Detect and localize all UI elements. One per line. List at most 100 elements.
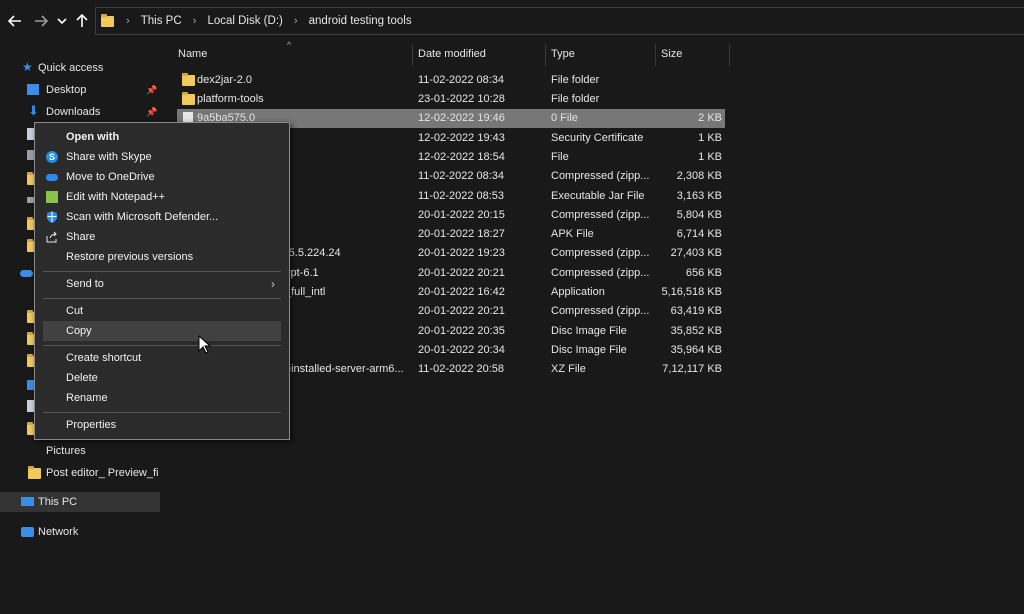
sidebar-item-label: Network xyxy=(38,526,79,538)
folder-icon xyxy=(28,466,41,479)
column-header-name[interactable]: Name xyxy=(178,44,207,66)
menu-item-label: Delete xyxy=(66,372,98,384)
sidebar-item-label: This PC xyxy=(38,496,78,508)
menu-item-delete[interactable]: Delete xyxy=(43,368,281,388)
file-date: 20-01-2022 20:15 xyxy=(418,209,505,221)
breadcrumb-local-disk[interactable]: Local Disk (D:) xyxy=(207,15,282,27)
file-size: 35,852 KB xyxy=(670,325,722,337)
column-divider[interactable] xyxy=(412,44,413,66)
file-size: 3,163 KB xyxy=(676,190,722,202)
menu-item-restore-previous-versions[interactable]: Restore previous versions xyxy=(43,247,281,267)
sidebar-item-downloads[interactable]: ⬇ Downloads 📌 xyxy=(0,102,160,122)
file-date: 20-01-2022 20:21 xyxy=(418,305,505,317)
breadcrumb-separator[interactable]: › xyxy=(193,15,197,27)
menu-item-label: Edit with Notepad++ xyxy=(66,191,166,203)
mouse-cursor-icon xyxy=(198,335,212,354)
file-type: APK File xyxy=(551,228,594,240)
recent-locations-button[interactable] xyxy=(55,11,69,31)
file-type: Compressed (zipp... xyxy=(551,209,650,221)
menu-item-label: Move to OneDrive xyxy=(66,171,155,183)
pin-icon: 📌 xyxy=(146,85,158,95)
file-size: 6,714 KB xyxy=(676,228,722,240)
menu-item-label: Properties xyxy=(66,419,117,431)
breadcrumb-separator[interactable]: › xyxy=(126,15,130,27)
menu-item-edit-with-notepad[interactable]: Edit with Notepad++ xyxy=(43,187,281,207)
forward-button[interactable] xyxy=(32,11,50,31)
onedrive-cloud-icon xyxy=(46,174,58,181)
sidebar-item-network[interactable]: Network xyxy=(0,522,160,542)
arrow-right-icon xyxy=(35,15,49,27)
file-date: 20-01-2022 20:34 xyxy=(418,344,505,356)
file-type: Compressed (zipp... xyxy=(551,170,650,182)
address-bar[interactable]: › This PC › Local Disk (D:) › android te… xyxy=(95,7,1024,35)
menu-separator xyxy=(43,271,281,272)
file-size: 656 KB xyxy=(685,267,722,279)
file-type: Security Certificate xyxy=(551,132,644,144)
file-type: Disc Image File xyxy=(551,344,627,356)
file-name: dex2jar-2.0 xyxy=(197,74,253,86)
star-icon: ★ xyxy=(22,60,33,74)
file-name: platform-tools xyxy=(197,93,264,105)
file-size: 27,403 KB xyxy=(670,247,722,259)
address-toolbar: › This PC › Local Disk (D:) › android te… xyxy=(0,0,1024,44)
file-date: 11-02-2022 08:34 xyxy=(418,74,505,86)
menu-item-label: Cut xyxy=(66,305,84,317)
menu-item-label: Restore previous versions xyxy=(66,251,194,263)
arrow-up-icon xyxy=(76,13,88,27)
menu-item-create-shortcut[interactable]: Create shortcut xyxy=(43,348,281,368)
file-date: 20-01-2022 19:23 xyxy=(418,247,505,259)
menu-item-properties[interactable]: Properties xyxy=(43,415,281,435)
pin-icon: 📌 xyxy=(146,107,158,117)
back-button[interactable] xyxy=(6,11,24,31)
sidebar-item-pictures[interactable]: Pictures xyxy=(0,441,160,461)
file-size: 35,964 KB xyxy=(670,344,722,356)
folder-icon xyxy=(182,92,195,105)
file-type: File folder xyxy=(551,74,600,86)
breadcrumb-separator[interactable]: › xyxy=(294,15,298,27)
file-type: Application xyxy=(551,286,605,298)
computer-icon xyxy=(21,497,34,506)
menu-item-open-with[interactable]: Open with xyxy=(43,127,281,147)
menu-item-send-to[interactable]: Send to › xyxy=(43,274,281,294)
arrow-left-icon xyxy=(7,15,21,27)
menu-item-scan-with-defender[interactable]: Scan with Microsoft Defender... xyxy=(43,207,281,227)
menu-item-label: Rename xyxy=(66,392,108,404)
file-type: XZ File xyxy=(551,363,586,375)
defender-shield-icon xyxy=(47,211,57,223)
table-row[interactable]: platform-tools 23-01-2022 10:28 File fol… xyxy=(177,90,725,109)
sort-ascending-icon: ^ xyxy=(287,40,292,50)
menu-separator xyxy=(43,298,281,299)
sidebar-item-this-pc[interactable]: This PC xyxy=(0,492,160,512)
download-arrow-icon: ⬇ xyxy=(28,103,39,118)
file-size: 2,308 KB xyxy=(676,170,722,182)
column-header-date-modified[interactable]: Date modified xyxy=(418,44,486,66)
menu-item-rename[interactable]: Rename xyxy=(43,388,281,408)
network-icon xyxy=(21,527,34,537)
column-divider[interactable] xyxy=(655,44,656,66)
file-date: 20-01-2022 20:21 xyxy=(418,267,505,279)
breadcrumb-android-testing-tools[interactable]: android testing tools xyxy=(309,15,412,27)
table-row[interactable]: dex2jar-2.0 11-02-2022 08:34 File folder xyxy=(177,71,725,90)
menu-item-share[interactable]: Share xyxy=(43,227,281,247)
file-date: 20-01-2022 18:27 xyxy=(418,228,505,240)
column-divider[interactable] xyxy=(729,44,730,66)
sidebar-item-post-editor[interactable]: Post editor_ Preview_file xyxy=(0,463,160,483)
breadcrumb-this-pc[interactable]: This PC xyxy=(141,15,182,27)
column-header-type[interactable]: Type xyxy=(551,44,575,66)
menu-item-label: Share with Skype xyxy=(66,151,152,163)
up-button[interactable] xyxy=(73,11,91,31)
menu-item-share-with-skype[interactable]: S Share with Skype xyxy=(43,147,281,167)
file-date: 11-02-2022 08:53 xyxy=(418,190,505,202)
file-date: 20-01-2022 16:42 xyxy=(418,286,505,298)
sidebar-item-label: Quick access xyxy=(38,62,104,74)
menu-item-label: Send to xyxy=(66,278,104,290)
menu-item-cut[interactable]: Cut xyxy=(43,301,281,321)
column-divider[interactable] xyxy=(545,44,546,66)
menu-separator xyxy=(43,412,281,413)
sidebar-item-quick-access[interactable]: ★ Quick access xyxy=(0,58,160,78)
sidebar-item-desktop[interactable]: Desktop 📌 xyxy=(0,80,160,100)
menu-item-copy[interactable]: Copy xyxy=(43,321,281,341)
menu-item-move-to-onedrive[interactable]: Move to OneDrive xyxy=(43,167,281,187)
share-icon xyxy=(46,231,57,243)
column-header-size[interactable]: Size xyxy=(661,44,682,66)
